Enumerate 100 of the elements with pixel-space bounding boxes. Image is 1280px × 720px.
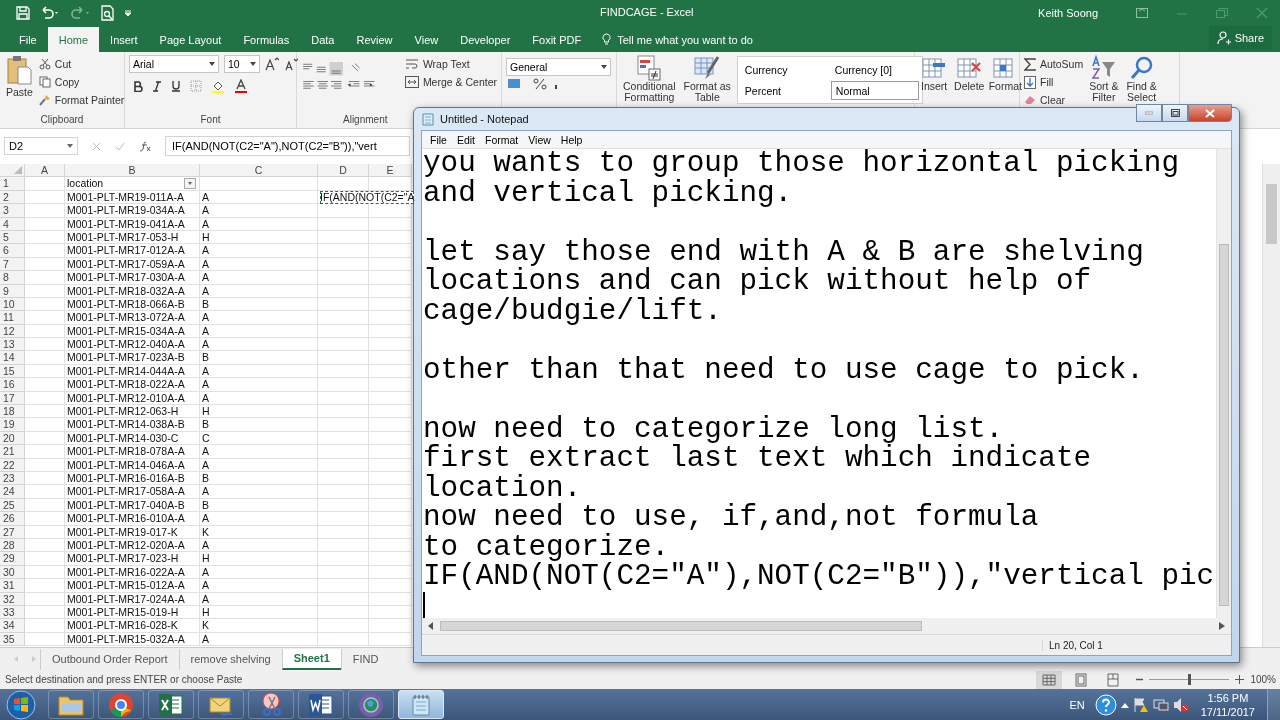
network-icon[interactable] [1152,696,1169,713]
ribbon-tab[interactable]: Insert [99,27,149,52]
scroll-left-icon[interactable] [428,622,434,630]
row-header[interactable]: 14 [0,351,25,365]
flag-warning-icon[interactable] [1132,696,1149,713]
start-orb-icon[interactable] [6,689,36,720]
cell-style-option[interactable]: Percent [740,81,829,100]
zoom-in-icon[interactable] [1235,675,1245,684]
ribbon-tab[interactable]: Page Layout [148,27,233,52]
fill-button[interactable]: Fill [1024,73,1084,91]
cells-command-button[interactable]: Format [989,55,1022,92]
row-header[interactable]: 31 [0,579,25,593]
sheet-tab[interactable]: Outbound Order Report [40,648,179,670]
ribbon-display-icon[interactable] [1136,7,1148,18]
cell-style-option[interactable]: Normal [830,81,919,100]
clock-time[interactable]: 1:56 PM [1207,690,1249,705]
font-color-icon[interactable] [234,79,248,93]
ribbon-tab[interactable]: View [403,27,450,52]
row-header[interactable]: 11 [0,311,25,325]
find-select-button[interactable]: Find & Select [1124,55,1159,103]
cut-button[interactable]: Cut [38,55,125,73]
row-header[interactable]: 16 [0,378,25,392]
checkmark-icon[interactable] [115,141,125,151]
menu-item[interactable]: View [523,131,556,148]
column-header[interactable]: D [318,164,369,178]
row-header[interactable]: 6 [0,244,25,258]
ribbon-tab[interactable]: Home [47,27,100,52]
number-format-field[interactable]: General [506,58,611,76]
show-hidden-icons-icon[interactable] [1120,701,1129,708]
undo-icon[interactable] [39,5,61,20]
horizontal-scrollbar[interactable] [422,618,1231,634]
row-header[interactable]: 18 [0,405,25,419]
share-button[interactable]: Share [1208,26,1272,50]
name-box[interactable]: D2 [4,137,78,155]
customize-caret-icon[interactable] [124,8,132,17]
zoom-out-icon[interactable] [1136,678,1144,681]
menu-item[interactable]: Edit [451,131,480,148]
row-header[interactable]: 3 [0,204,25,218]
ribbon-tab[interactable]: Foxit PDF [521,27,593,52]
vertical-scrollbar[interactable] [1216,149,1231,618]
row-header[interactable]: 19 [0,418,25,432]
cells-command-button[interactable]: Insert [919,55,950,92]
row-header[interactable]: 26 [0,512,25,526]
menu-item[interactable]: Help [555,131,588,148]
clear-button[interactable]: Clear [1024,91,1084,109]
font-name-field[interactable]: Arial [129,55,219,73]
shrink-font-icon[interactable] [284,57,298,71]
column-header[interactable]: A [25,164,65,178]
ribbon-tab[interactable]: Formulas [232,27,301,52]
cells-command-button[interactable]: Delete [953,55,986,92]
menu-item[interactable]: Format [480,131,524,148]
ribbon-tab[interactable]: Developer [449,27,522,52]
paste-button[interactable]: Paste [4,55,35,98]
ribbon-tab[interactable]: Review [345,27,404,52]
sheet-tab[interactable]: remove shelving [178,648,282,670]
tell-me-field[interactable]: Tell me what you want to do [615,32,770,47]
row-header[interactable]: 13 [0,338,25,352]
scroll-right-icon[interactable] [1219,622,1225,630]
language-indicator[interactable]: EN [1069,698,1085,711]
cell-style-option[interactable]: Currency [740,60,829,79]
ribbon-tab[interactable]: File [8,27,48,52]
column-header[interactable]: C [200,164,318,178]
close-button[interactable] [1188,104,1232,122]
underline-icon[interactable] [171,80,181,92]
print-preview-icon[interactable] [101,4,115,21]
save-icon[interactable] [16,5,30,20]
grow-font-icon[interactable] [265,57,279,71]
zoom-thumb[interactable] [1188,674,1192,685]
row-header[interactable]: 34 [0,619,25,633]
speaker-muted-icon[interactable] [1172,696,1189,713]
help-icon[interactable] [1094,693,1117,716]
row-header[interactable]: 29 [0,552,25,566]
merge-center-button[interactable]: Merge & Center [404,73,497,91]
autosum-button[interactable]: AutoSum [1024,55,1084,73]
sheet-tab[interactable]: FIND [340,648,390,670]
clock-date[interactable]: 17/11/2017 [1200,704,1255,719]
ribbon-tab[interactable]: Data [300,27,346,52]
row-header[interactable]: 21 [0,445,25,459]
bold-icon[interactable] [133,80,143,92]
vertical-scrollbar[interactable] [1262,164,1280,647]
user-name[interactable]: Keith Soong [1038,6,1098,19]
fill-color-icon[interactable] [211,79,225,93]
wrap-text-button[interactable]: Wrap Text [404,55,497,73]
row-header[interactable]: 8 [0,271,25,285]
format-painter-button[interactable]: Format Painter [38,91,125,109]
cell-style-option[interactable]: Currency [0] [830,60,919,79]
column-header[interactable]: B [65,164,200,178]
column-header[interactable]: E [369,164,412,178]
italic-icon[interactable] [152,80,162,92]
conditional-formatting-button[interactable]: Conditional Formatting [621,55,678,103]
maximize-button[interactable] [1162,104,1188,122]
copy-button[interactable]: Copy [38,73,125,91]
filter-dropdown-icon[interactable] [184,178,196,190]
row-header[interactable]: 24 [0,485,25,499]
font-size-field[interactable]: 10 [224,55,260,73]
function-icon[interactable] [139,140,151,152]
normal-view-icon[interactable] [1036,670,1063,689]
sort-filter-button[interactable]: Sort & Filter [1087,55,1121,103]
sheet-tab[interactable]: Sheet1 [281,648,341,670]
row-header[interactable]: 1 [0,177,25,191]
